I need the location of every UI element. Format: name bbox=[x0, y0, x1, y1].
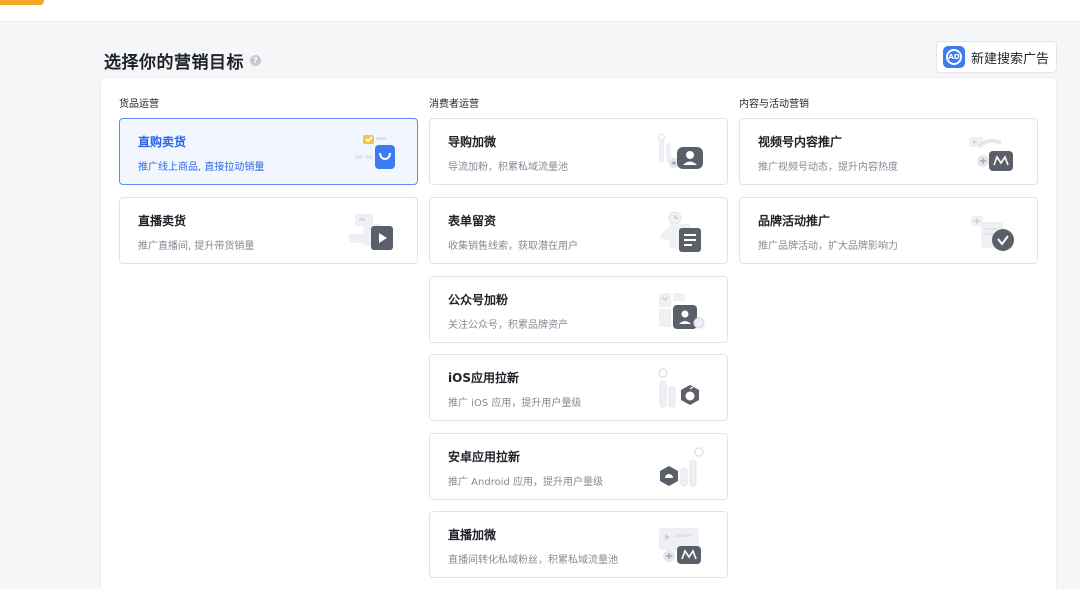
brand-campaign-icon bbox=[971, 216, 1014, 251]
goal-card-desc: 关注公众号，积累品牌资产 bbox=[448, 320, 568, 331]
goal-card-channels-content[interactable]: 视频号内容推广 推广视频号动态，提升内容热度 bbox=[739, 118, 1038, 185]
goal-card-desc: 直播间转化私域粉丝，积累私域流量池 bbox=[448, 555, 618, 566]
page-title: 选择你的营销目标 bbox=[104, 53, 244, 73]
goal-card-live-sales[interactable]: 直播卖货 推广直播间, 提升带货销量 bbox=[119, 197, 418, 264]
help-icon[interactable]: ? bbox=[250, 55, 261, 66]
column-label-consumer: 消费者运营 bbox=[429, 99, 479, 110]
goal-card-guide-add-wechat[interactable]: 导购加微 导流加粉，积累私域流量池 bbox=[429, 118, 728, 185]
new-search-ad-label: 新建搜索广告 bbox=[971, 51, 1050, 67]
brand-logo[interactable] bbox=[0, 0, 44, 5]
goal-card-title: 导购加微 bbox=[448, 135, 497, 149]
channels-video-icon bbox=[969, 137, 1013, 171]
goal-card-desc: 收集销售线索，获取潜在用户 bbox=[448, 241, 578, 252]
goal-card-direct-sales[interactable]: 直购卖货 推广线上商品, 直接拉动销量 bbox=[119, 118, 418, 185]
goal-card-desc: 导流加粉，积累私域流量池 bbox=[448, 162, 568, 173]
goal-card-desc: 推广 iOS 应用，提升用户量级 bbox=[448, 398, 582, 409]
page-header: 选择你的营销目标 ? bbox=[104, 48, 261, 73]
goal-card-live-add-wechat[interactable]: 直播加微 直播间转化私域粉丝，积累私域流量池 bbox=[429, 511, 728, 578]
goal-card-title: 直购卖货 bbox=[138, 135, 187, 149]
goal-card-form-leads[interactable]: 表单留资 收集销售线索，获取潜在用户 bbox=[429, 197, 728, 264]
column-label-goods: 货品运营 bbox=[119, 99, 159, 110]
goal-card-brand-campaign[interactable]: 品牌活动推广 推广品牌活动，扩大品牌影响力 bbox=[739, 197, 1038, 264]
goal-card-official-account[interactable]: 公众号加粉 关注公众号，积累品牌资产 bbox=[429, 276, 728, 343]
goal-card-desc: 推广品牌活动，扩大品牌影响力 bbox=[758, 241, 898, 252]
live-add-friend-icon bbox=[659, 528, 701, 564]
new-search-ad-button[interactable]: AD 新建搜索广告 bbox=[936, 41, 1057, 73]
form-document-icon bbox=[659, 211, 701, 252]
android-app-icon bbox=[660, 447, 704, 487]
goal-card-title: 公众号加粉 bbox=[448, 293, 509, 307]
goal-card-desc: 推广线上商品, 直接拉动销量 bbox=[138, 162, 265, 173]
goal-card-title: 表单留资 bbox=[448, 214, 497, 228]
goal-card-title: 直播加微 bbox=[448, 528, 497, 542]
ad-search-icon: AD bbox=[943, 46, 965, 68]
live-play-icon bbox=[349, 214, 393, 250]
goal-card-ios-app[interactable]: iOS应用拉新 推广 iOS 应用，提升用户量级 bbox=[429, 354, 728, 421]
goal-card-title: 直播卖货 bbox=[138, 214, 187, 228]
top-bar bbox=[0, 0, 1080, 22]
column-label-content: 内容与活动营销 bbox=[739, 99, 809, 110]
goal-card-title: 安卓应用拉新 bbox=[448, 450, 521, 464]
apple-app-icon bbox=[658, 368, 699, 408]
goal-card-desc: 推广视频号动态，提升内容热度 bbox=[758, 162, 898, 173]
add-friend-icon bbox=[657, 133, 703, 169]
goal-card-title: 视频号内容推广 bbox=[758, 135, 843, 149]
shopping-bag-icon bbox=[355, 135, 395, 169]
goal-card-title: iOS应用拉新 bbox=[448, 371, 519, 385]
goal-card-title: 品牌活动推广 bbox=[758, 214, 831, 228]
official-account-icon bbox=[659, 293, 705, 329]
goal-card-desc: 推广直播间, 提升带货销量 bbox=[138, 241, 255, 252]
goal-card-android-app[interactable]: 安卓应用拉新 推广 Android 应用，提升用户量级 bbox=[429, 433, 728, 500]
goal-card-desc: 推广 Android 应用，提升用户量级 bbox=[448, 477, 604, 488]
